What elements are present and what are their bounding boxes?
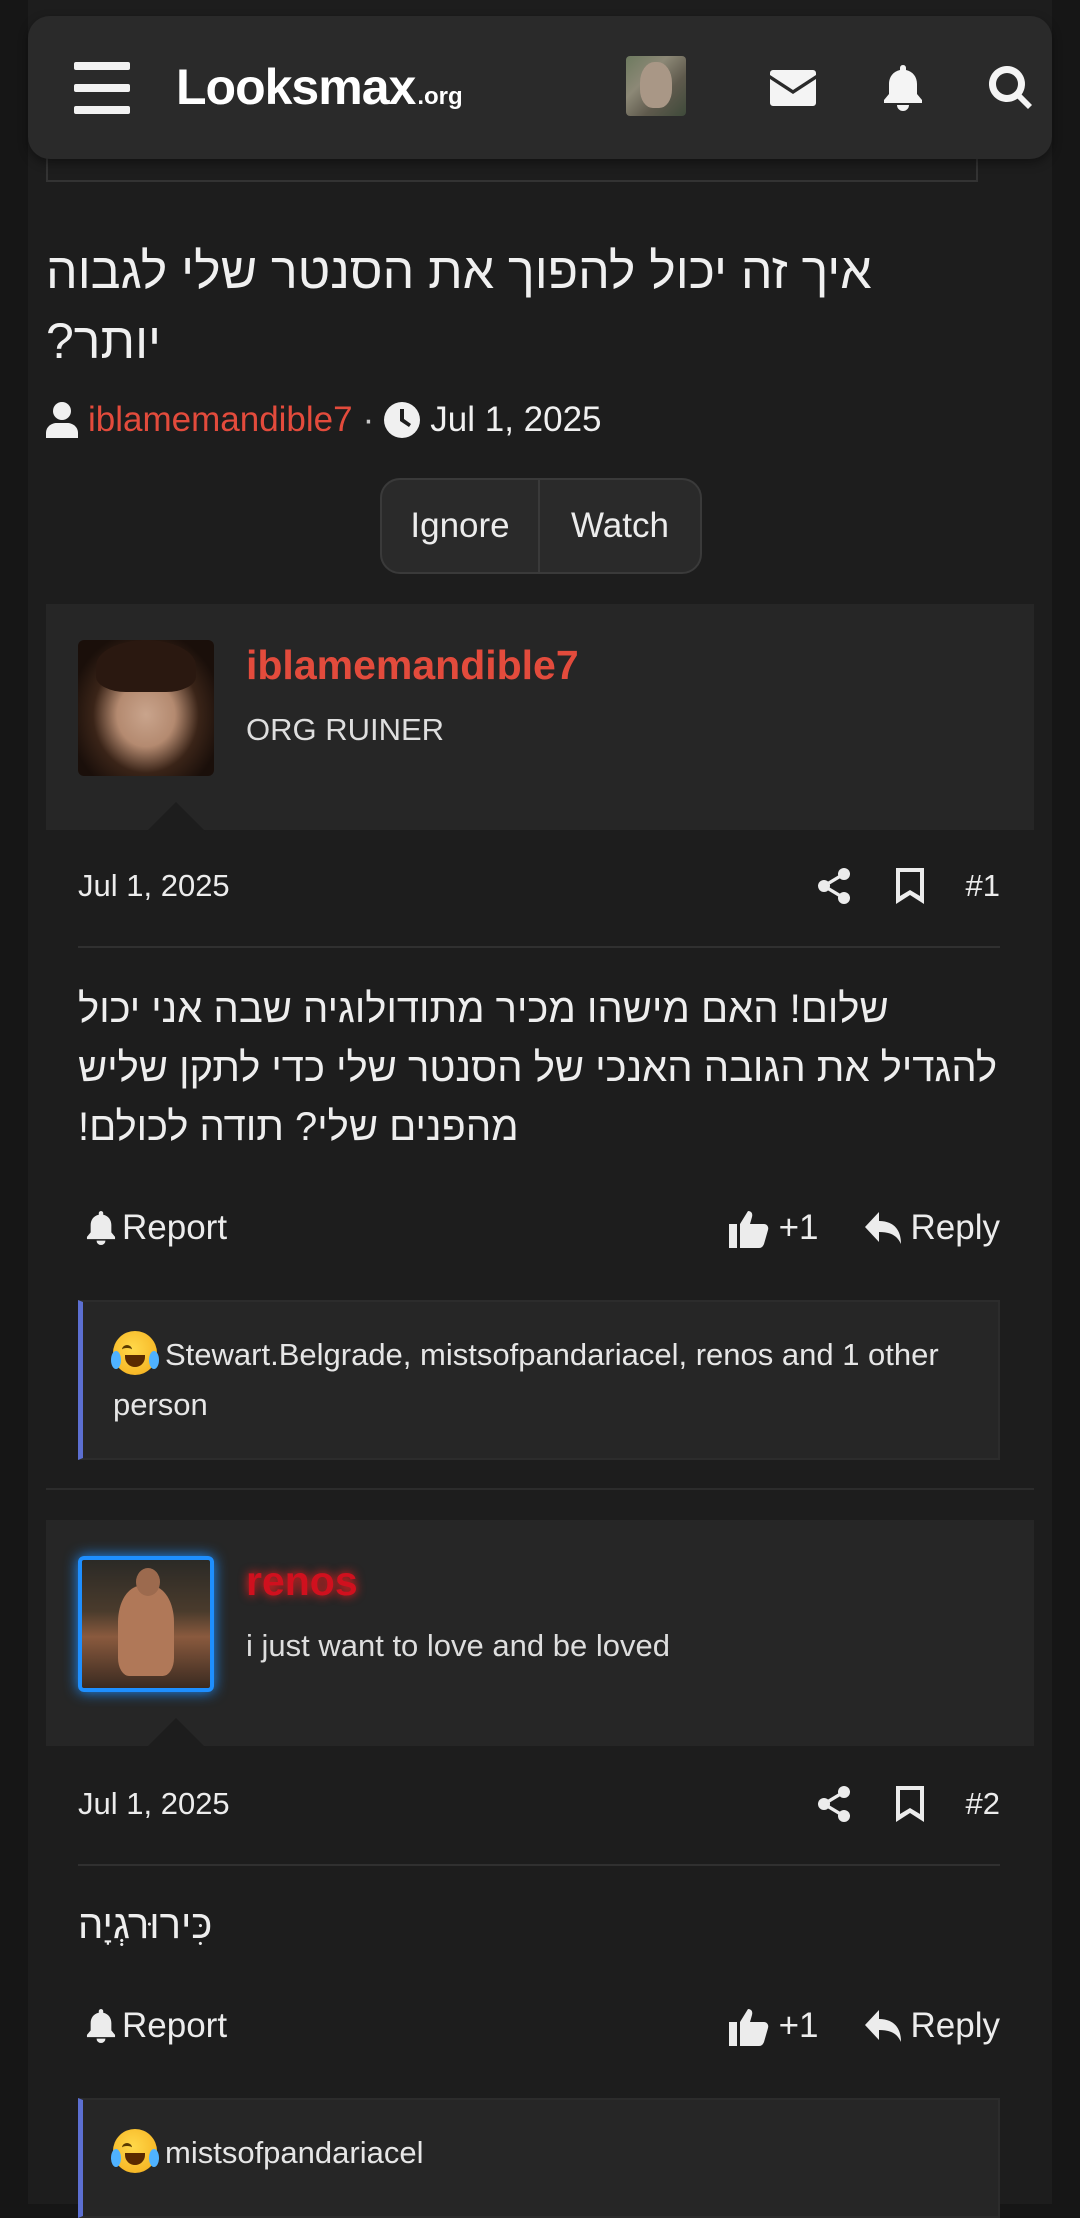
reply-label: Reply — [910, 1208, 1000, 1247]
user-block-notch — [146, 1718, 206, 1748]
user-block-notch — [146, 802, 206, 832]
menu-icon[interactable] — [74, 62, 130, 114]
ignore-button[interactable]: Ignore — [382, 480, 540, 572]
thumbs-up-icon — [728, 2009, 768, 2046]
post-user-block: renos i just want to love and be loved — [46, 1520, 1034, 1748]
post-header: Jul 1, 2025 #1 — [78, 856, 1000, 916]
envelope-icon[interactable] — [764, 60, 822, 116]
post-number[interactable]: #1 — [966, 868, 1000, 904]
post-body: שלום! האם מישהו מכיר מתודולוגיה שבה אני … — [78, 987, 998, 1149]
bell-icon[interactable] — [874, 60, 932, 116]
share-icon[interactable] — [814, 866, 854, 906]
account-avatar[interactable] — [626, 56, 686, 116]
divider — [78, 1864, 1000, 1866]
bookmark-icon[interactable] — [890, 1784, 930, 1824]
bell-icon — [86, 1211, 116, 1245]
reply-icon — [864, 1212, 901, 1244]
like-count: +1 — [778, 2006, 819, 2045]
reply-button[interactable]: Reply — [864, 2006, 1000, 2046]
reply-label: Reply — [910, 2006, 1000, 2045]
logo-text: Looksmax — [176, 59, 416, 115]
bookmark-icon[interactable] — [890, 866, 930, 906]
top-navbar: Looksmax .org — [28, 16, 1052, 159]
reaction-users: Stewart.Belgrade, mistsofpandariacel, re… — [113, 1337, 939, 1422]
thread-meta: iblamemandible7 · Jul 1, 2025 — [46, 398, 602, 442]
post-footer: Report +1 Reply — [86, 1996, 1000, 2056]
report-button[interactable]: Report — [86, 2006, 227, 2046]
crying-laughing-emoji-icon — [111, 2129, 159, 2173]
reaction-list[interactable]: mistsofpandariacel — [78, 2098, 1000, 2218]
thread-author-link[interactable]: iblamemandible7 — [88, 400, 353, 440]
post-user-block: iblamemandible7 ORG RUINER — [46, 604, 1034, 832]
share-icon[interactable] — [814, 1784, 854, 1824]
post-footer: Report +1 Reply — [86, 1198, 1000, 1258]
post-username[interactable]: iblamemandible7 — [246, 642, 579, 689]
user-title: ORG RUINER — [246, 712, 445, 747]
post-number[interactable]: #2 — [966, 1786, 1000, 1822]
post-divider — [46, 1488, 1034, 1490]
thread-actions: Ignore Watch — [380, 478, 702, 574]
report-label: Report — [122, 2006, 228, 2045]
post-username[interactable]: renos — [246, 1558, 358, 1605]
post-body: כִּירוּרגְיָה — [78, 1903, 213, 1947]
reply-button[interactable]: Reply — [864, 1208, 1000, 1248]
logo-suffix: .org — [417, 83, 463, 110]
clock-icon — [384, 402, 421, 438]
post-date[interactable]: Jul 1, 2025 — [78, 868, 230, 904]
watch-button[interactable]: Watch — [540, 480, 700, 572]
reaction-list[interactable]: Stewart.Belgrade, mistsofpandariacel, re… — [78, 1300, 1000, 1460]
report-label: Report — [122, 1208, 228, 1247]
meta-separator: · — [362, 400, 375, 439]
crying-laughing-emoji-icon — [111, 1331, 159, 1375]
thread-title: איך זה יכול להפוך את הסנטר שלי לגבוה יות… — [46, 243, 872, 369]
post-header: Jul 1, 2025 #2 — [78, 1774, 1000, 1834]
reaction-users: mistsofpandariacel — [165, 2135, 424, 2170]
avatar[interactable] — [78, 640, 214, 776]
reply-icon — [864, 2010, 901, 2042]
like-count: +1 — [778, 1208, 819, 1247]
post-date[interactable]: Jul 1, 2025 — [78, 1786, 230, 1822]
bell-icon — [86, 2009, 116, 2043]
like-button[interactable]: +1 — [728, 2006, 819, 2046]
like-button[interactable]: +1 — [728, 1208, 819, 1248]
avatar[interactable] — [78, 1556, 214, 1692]
user-icon — [46, 402, 78, 438]
site-logo[interactable]: Looksmax .org — [176, 58, 463, 118]
user-title: i just want to love and be loved — [246, 1628, 670, 1663]
search-icon[interactable] — [982, 60, 1040, 116]
thread-date: Jul 1, 2025 — [430, 400, 602, 439]
thumbs-up-icon — [728, 1211, 768, 1248]
divider — [78, 946, 1000, 948]
report-button[interactable]: Report — [86, 1208, 227, 1248]
